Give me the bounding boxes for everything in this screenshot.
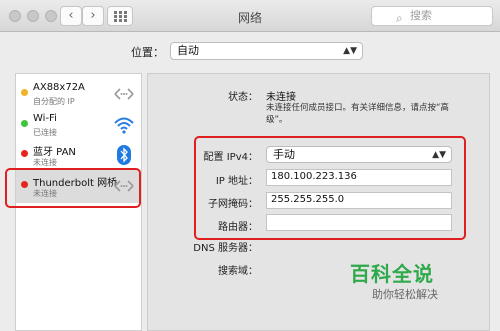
- status-dot: [21, 89, 28, 96]
- status-dot: [21, 150, 28, 157]
- service-name: AX88x72A: [33, 82, 85, 93]
- highlight-box-ipv4-settings: [194, 136, 466, 240]
- location-popup[interactable]: 自动 ▲▼: [170, 42, 363, 60]
- highlight-box-service: [5, 168, 141, 208]
- status-description-line1: 未连接任何成员接口。有关详细信息，请点按“高: [266, 103, 449, 113]
- popup-arrows-icon: ▲▼: [343, 46, 357, 56]
- service-name: 蓝牙 PAN: [33, 147, 76, 158]
- service-status: 已连接: [33, 128, 57, 137]
- service-item-ax88x72a[interactable]: AX88x72A 自分配的 IP: [16, 78, 141, 111]
- search-domain-label: 搜索域：: [218, 266, 258, 277]
- service-status: 自分配的 IP: [33, 97, 75, 106]
- status-description-line2: 级”。: [266, 115, 288, 125]
- location-value: 自动: [177, 44, 199, 57]
- status-dot: [21, 120, 28, 127]
- search-field[interactable]: ⌕ 搜索: [371, 6, 493, 26]
- watermark-subtitle: 助你轻松解决: [372, 288, 438, 301]
- ethernet-arrows-icon: [114, 88, 134, 100]
- service-status: 未连接: [33, 158, 57, 167]
- bluetooth-icon: [117, 145, 131, 165]
- status-value: 未连接: [266, 92, 296, 103]
- search-icon: ⌕: [396, 11, 403, 25]
- watermark-title: 百科全说: [350, 262, 434, 286]
- title-bar: ‹ › 网络 ⌕ 搜索: [0, 0, 500, 32]
- wifi-icon: [114, 117, 134, 134]
- search-placeholder: 搜索: [410, 9, 432, 22]
- service-item-wifi[interactable]: Wi-Fi 已连接: [16, 109, 141, 142]
- status-label: 状态：: [228, 92, 258, 103]
- service-name: Wi-Fi: [33, 113, 57, 124]
- location-label: 位置：: [131, 46, 164, 59]
- dns-server-label: DNS 服务器：: [193, 243, 258, 254]
